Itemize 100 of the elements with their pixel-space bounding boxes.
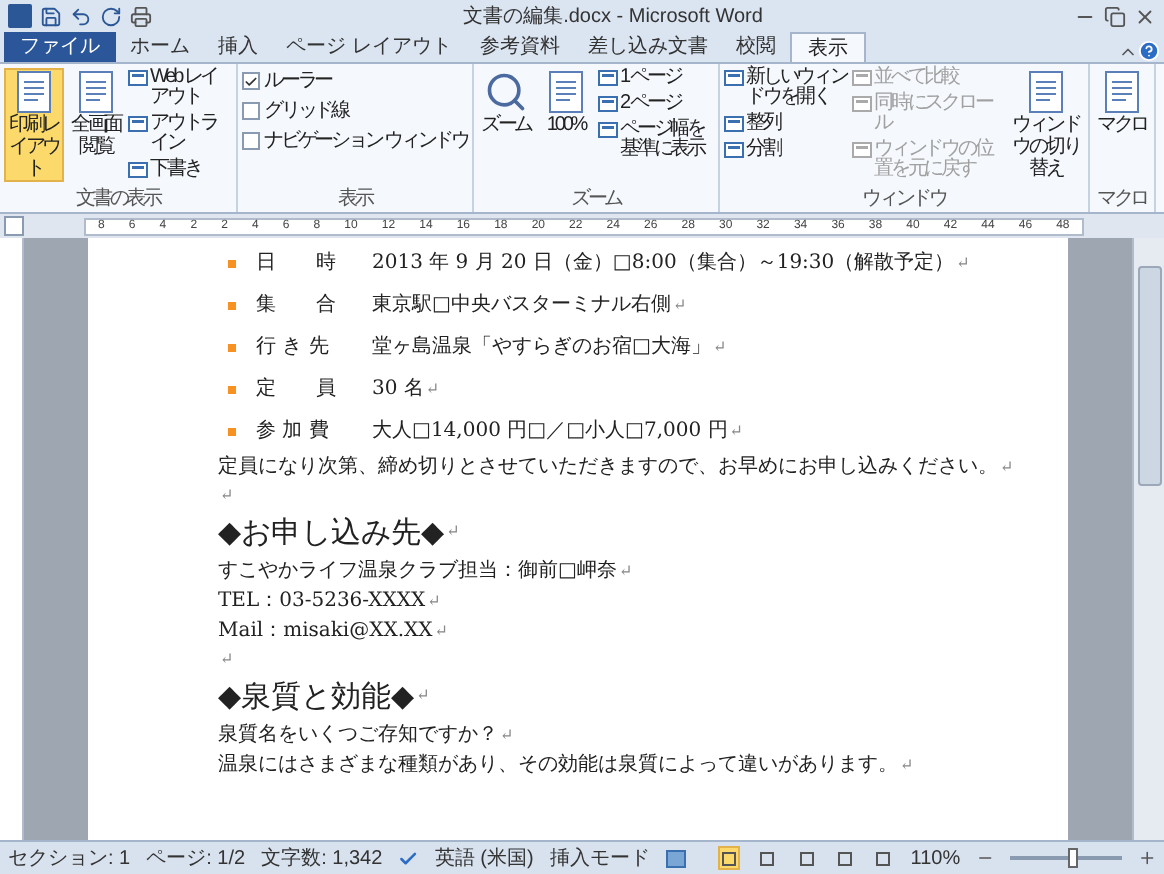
body-text: Mail：misaki@XX.XX <box>218 618 433 646</box>
checkbox[interactable] <box>242 132 260 150</box>
paragraph-mark: ↵ <box>500 723 514 747</box>
view-button[interactable] <box>756 846 780 870</box>
insert-mode-text: 挿入モード <box>549 845 650 873</box>
view-icon <box>597 68 618 88</box>
checkbox[interactable] <box>242 102 260 120</box>
list-label: 行 き 先 <box>256 333 331 362</box>
body-text: すこやかライフ温泉クラブ担当：御前□岬奈 <box>218 557 617 586</box>
group-label: ウィンドウ <box>859 188 948 212</box>
ribbon-tab[interactable]: 差し込み文書 <box>573 32 722 62</box>
group-label: ズーム <box>568 188 625 212</box>
paragraph-mark: ↵ <box>220 647 234 671</box>
document-icon <box>1099 70 1144 114</box>
paragraph-mark: ↵ <box>1000 455 1014 479</box>
list-value: 30 名 <box>372 376 424 404</box>
body-text: 定員になり次第、締め切りとさせていただきますので、お早めにお申し込みください。 <box>218 453 998 482</box>
paragraph-mark: ↵ <box>446 520 460 544</box>
paragraph-mark: ↵ <box>712 335 727 359</box>
paragraph-mark: ↵ <box>220 483 234 507</box>
status-text: セクション: 1 <box>8 845 131 873</box>
list-label: 集 合 <box>256 292 338 320</box>
checkbox[interactable] <box>242 72 260 90</box>
bullet-icon <box>228 259 236 267</box>
file-button[interactable]: ファイル <box>4 32 116 62</box>
help-icon[interactable] <box>1138 40 1160 62</box>
ribbon-button[interactable]: ウィンドウの切り替え <box>1007 68 1084 182</box>
list-value: 堂ヶ島温泉「やすらぎのお宿□大海」 <box>372 333 711 362</box>
bullet-icon <box>228 301 236 309</box>
ribbon-button[interactable]: 全画面閲覧 <box>68 68 124 160</box>
ribbon-button[interactable]: 2 ページ <box>597 94 714 114</box>
view-icon <box>723 114 744 134</box>
view-icon <box>851 94 872 114</box>
ribbon-button[interactable]: 下書き <box>128 160 232 180</box>
view-icon <box>597 94 618 114</box>
ribbon-tab[interactable]: ページ レイアウト <box>272 32 466 62</box>
scrollbar[interactable] <box>1132 238 1164 840</box>
paragraph-mark: ↵ <box>416 684 430 708</box>
paragraph-mark: ↵ <box>427 589 441 613</box>
save-icon[interactable] <box>40 5 62 27</box>
ribbon-tab[interactable]: 参考資料 <box>465 32 574 62</box>
close-icon[interactable] <box>1134 5 1156 27</box>
ribbon-button[interactable]: ページ幅を基準に表示 <box>597 120 714 160</box>
paragraph-mark: ↵ <box>618 559 633 583</box>
view-icon <box>723 68 744 88</box>
ribbon-tab[interactable]: 校閲 <box>721 32 790 62</box>
zoom-level: 110% <box>910 845 961 873</box>
ribbon-button[interactable]: マクロ <box>1093 68 1150 138</box>
ribbon-button[interactable]: Web レイアウト <box>128 68 232 108</box>
view-icon <box>128 114 148 134</box>
status-text: ページ: 1/2 <box>146 845 246 873</box>
window-title: 文書の編集.docx - Microsoft Word <box>461 3 765 31</box>
bullet-icon <box>228 343 236 351</box>
restore-icon[interactable] <box>1104 5 1126 27</box>
status-text: 文字数: 1,342 <box>261 845 383 873</box>
slider-thumb[interactable] <box>1068 848 1079 868</box>
redo-icon[interactable] <box>100 5 122 27</box>
view-icon <box>723 140 744 160</box>
group-label: マクロ <box>1094 188 1150 212</box>
ribbon-tab[interactable]: ホーム <box>116 32 204 62</box>
ribbon-button[interactable]: 1 ページ <box>597 68 714 88</box>
view-icon <box>851 68 872 88</box>
list-label: 定 員 <box>256 375 338 404</box>
group-label: 表示 <box>336 188 375 212</box>
group-label: 文書の表示 <box>73 188 163 212</box>
paragraph-mark: ↵ <box>900 753 914 777</box>
view-button[interactable] <box>872 846 895 870</box>
view-icon <box>597 120 618 140</box>
ribbon-button[interactable]: アウトライン <box>128 114 232 154</box>
document-icon <box>74 70 118 114</box>
search-icon <box>483 70 528 114</box>
body-text: 泉質名をいくつご存知ですか？ <box>218 721 498 750</box>
ribbon-button[interactable]: ズーム <box>477 68 534 138</box>
list-value: 2013 年 9 月 20 日（金）□8:00（集合）～19:30（解散予定） <box>372 249 955 278</box>
view-button[interactable] <box>795 846 818 870</box>
ribbon-button[interactable]: 印刷レイアウト <box>4 68 64 182</box>
ribbon-tab[interactable]: 表示 <box>789 32 866 62</box>
ribbon-button[interactable]: 整列 <box>723 114 848 134</box>
document-icon <box>12 70 56 114</box>
view-button[interactable] <box>718 846 741 870</box>
proofing-icon[interactable] <box>398 847 419 869</box>
checkbox-label: ナビゲーション ウィンドウ <box>264 130 468 152</box>
ribbon-button[interactable]: 分割 <box>723 140 848 160</box>
paragraph-mark: ↵ <box>956 251 970 275</box>
bullet-icon <box>228 385 236 393</box>
body-text: 温泉にはさまざまな種類があり、その効能は泉質によって違いがあります。 <box>218 751 898 780</box>
printer-icon[interactable] <box>130 5 152 27</box>
ribbon-button[interactable]: 100% <box>537 68 594 138</box>
undo-icon[interactable] <box>70 5 92 27</box>
view-button[interactable] <box>833 846 857 870</box>
tab-selector[interactable] <box>4 216 24 236</box>
paragraph-mark: ↵ <box>672 293 687 317</box>
ribbon-tab[interactable]: 挿入 <box>204 32 272 62</box>
body-text: TEL：03-5236-XXXX <box>218 588 426 616</box>
ribbon-button[interactable]: 新しいウィンドウを開く <box>723 68 848 108</box>
checkbox-label: グリッド線 <box>264 100 349 122</box>
paragraph-mark: ↵ <box>729 419 743 443</box>
view-icon <box>128 160 148 180</box>
paragraph-mark: ↵ <box>425 377 440 401</box>
zoom-in-icon[interactable] <box>1137 848 1156 868</box>
